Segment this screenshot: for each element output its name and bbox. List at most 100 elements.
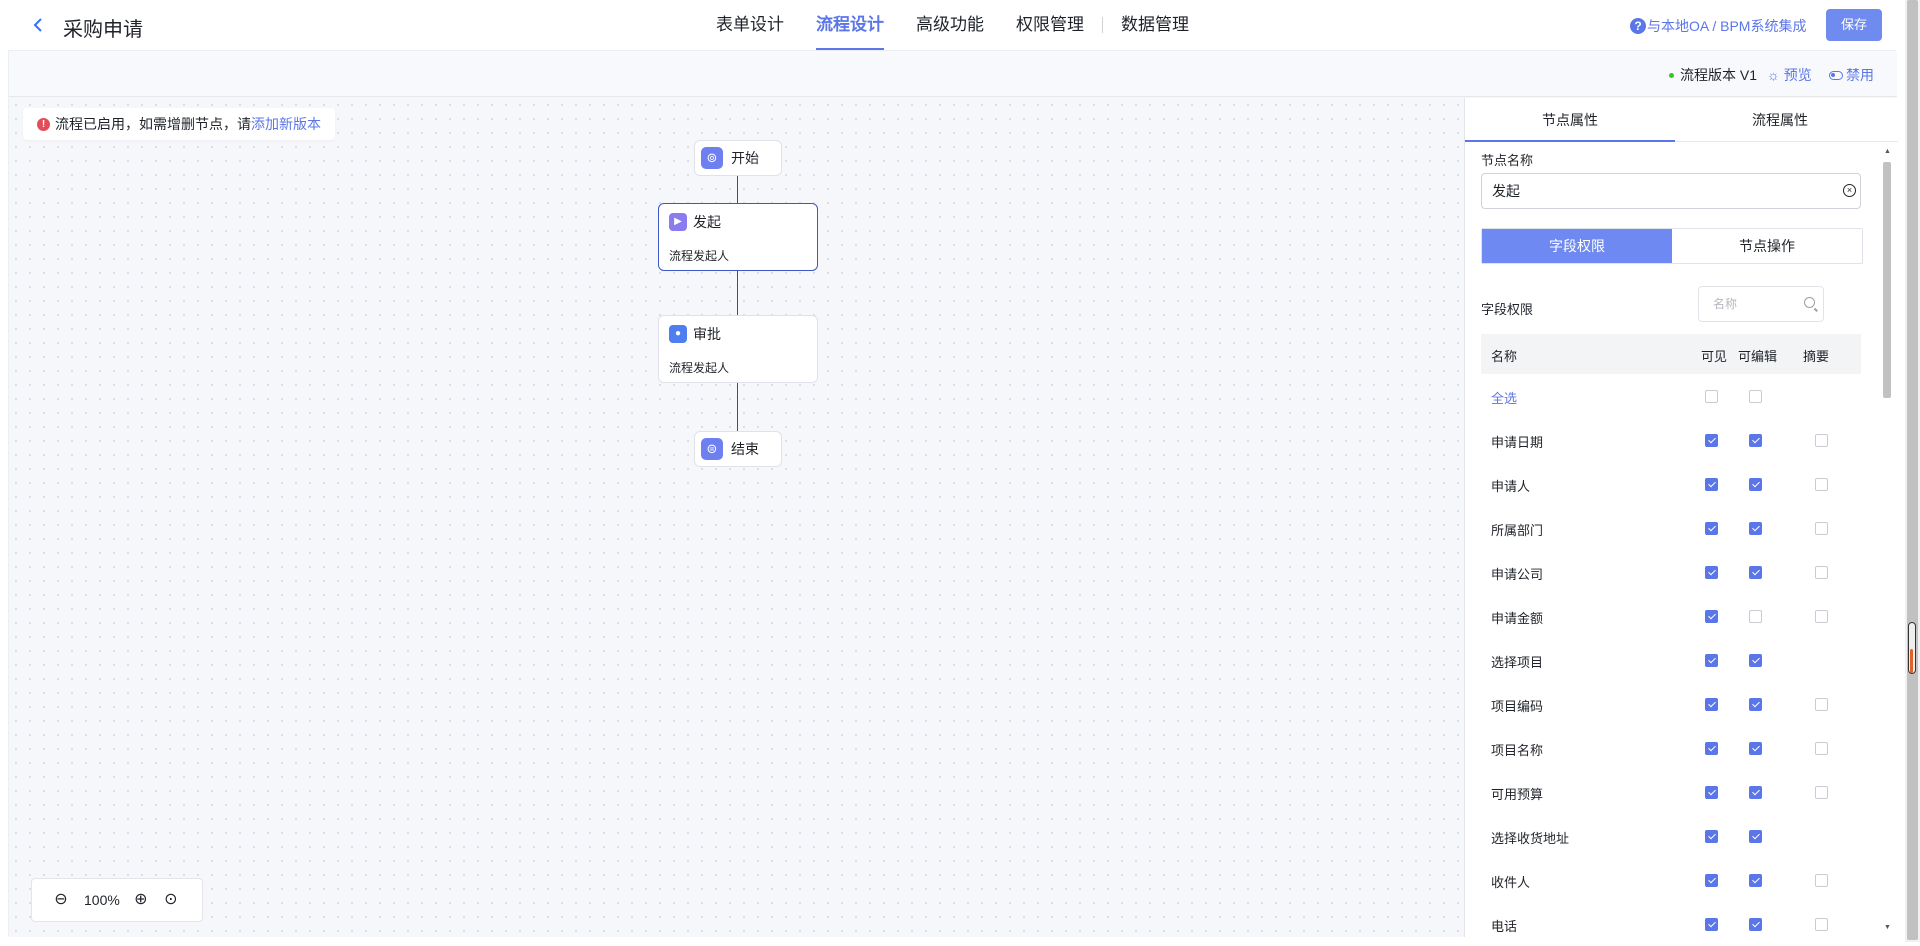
table-row: 申请日期 (1481, 418, 1861, 462)
segment-field-perm[interactable]: 字段权限 (1482, 229, 1672, 263)
visible-checkbox[interactable] (1705, 874, 1718, 887)
node-start-label: 开始 (731, 150, 759, 166)
page-scroll-thumb[interactable] (1907, 0, 1918, 940)
summary-checkbox[interactable] (1815, 786, 1828, 799)
table-row: 申请金额 (1481, 594, 1861, 638)
flow-canvas[interactable]: ! 流程已启用，如需增删节点，请 添加新版本 ⊚ 开始 ▶ 发起 流程发起人 ●… (9, 98, 1463, 937)
scroll-up-icon[interactable]: ▲ (1884, 148, 1891, 155)
node-approve-sub: 流程发起人 (669, 361, 730, 375)
perm-table-body: 全选 申请日期 申请人 所属部门 申请公司 申请金额 选择项目 项目编码 项目名称 可用预算 选择收… (1481, 374, 1861, 946)
tab-form-design[interactable]: 表单设计 (716, 0, 784, 50)
table-row: 选择收货地址 (1481, 814, 1861, 858)
visible-checkbox[interactable] (1705, 390, 1718, 403)
editable-checkbox[interactable] (1749, 786, 1762, 799)
editable-checkbox[interactable] (1749, 918, 1762, 931)
visible-checkbox[interactable] (1705, 434, 1718, 447)
save-button[interactable]: 保存 (1826, 9, 1882, 41)
visible-checkbox[interactable] (1705, 566, 1718, 579)
scroll-down-icon[interactable]: ▼ (1884, 924, 1891, 931)
summary-checkbox[interactable] (1815, 566, 1828, 579)
summary-checkbox[interactable] (1815, 522, 1828, 535)
warning-icon: ! (37, 117, 50, 131)
fit-view-icon[interactable]: ⊙ (162, 891, 180, 909)
node-name-value: 发起 (1492, 183, 1520, 199)
summary-checkbox[interactable] (1815, 610, 1828, 623)
disable-toggle[interactable]: 禁用 (1829, 65, 1874, 85)
version-indicator: 流程版本 V1 (1669, 65, 1757, 85)
node-initiate[interactable]: ▶ 发起 流程发起人 (658, 203, 818, 271)
tab-flow-properties[interactable]: 流程属性 (1675, 98, 1885, 141)
table-row: 申请人 (1481, 462, 1861, 506)
segment-node-ops[interactable]: 节点操作 (1672, 229, 1862, 263)
editable-checkbox[interactable] (1749, 654, 1762, 667)
table-row: 选择项目 (1481, 638, 1861, 682)
page-title: 采购申请 (63, 19, 143, 41)
version-bar: 流程版本 V1 ☼ 预览 禁用 (9, 51, 1897, 97)
tab-divider (1102, 17, 1103, 33)
tab-flow-design[interactable]: 流程设计 (816, 0, 884, 50)
summary-checkbox[interactable] (1815, 478, 1828, 491)
visible-checkbox[interactable] (1705, 522, 1718, 535)
search-placeholder: 名称 (1713, 297, 1738, 311)
node-end[interactable]: ⊜ 结束 (694, 431, 782, 467)
tab-advanced[interactable]: 高级功能 (916, 0, 984, 50)
editable-checkbox[interactable] (1749, 830, 1762, 843)
summary-checkbox[interactable] (1815, 874, 1828, 887)
editable-checkbox[interactable] (1749, 742, 1762, 755)
help-icon: ? (1630, 18, 1646, 34)
end-icon: ⊜ (701, 438, 723, 460)
visible-checkbox[interactable] (1705, 830, 1718, 843)
editable-checkbox[interactable] (1749, 610, 1762, 623)
summary-checkbox[interactable] (1815, 698, 1828, 711)
preview-button[interactable]: ☼ 预览 (1767, 65, 1812, 85)
visible-checkbox[interactable] (1705, 918, 1718, 931)
select-all-link[interactable]: 全选 (1491, 388, 1517, 407)
summary-checkbox[interactable] (1815, 918, 1828, 931)
tab-data-manage[interactable]: 数据管理 (1121, 0, 1189, 50)
editable-checkbox[interactable] (1749, 522, 1762, 535)
node-name-input[interactable]: 发起 × (1481, 173, 1861, 209)
field-perm-label: 字段权限 (1481, 302, 1534, 317)
zoom-level: 100% (84, 892, 120, 908)
field-name: 申请金额 (1491, 611, 1544, 626)
visible-checkbox[interactable] (1705, 742, 1718, 755)
field-search-input[interactable]: 名称 (1698, 286, 1824, 322)
visible-checkbox[interactable] (1705, 698, 1718, 711)
editable-checkbox[interactable] (1749, 874, 1762, 887)
version-label: 流程版本 V1 (1680, 67, 1758, 83)
editable-checkbox[interactable] (1749, 478, 1762, 491)
flow-connector (737, 271, 738, 315)
editable-checkbox[interactable] (1749, 698, 1762, 711)
integrate-link[interactable]: ? 与本地OA / BPM系统集成 (1630, 16, 1806, 36)
back-button[interactable] (28, 14, 50, 36)
node-initiate-label: 发起 (693, 214, 721, 230)
panel-scrollbar[interactable] (1883, 162, 1891, 398)
zoom-in-icon[interactable]: ⊕ (132, 891, 150, 909)
tab-node-properties[interactable]: 节点属性 (1465, 98, 1675, 142)
status-dot-icon (1669, 72, 1674, 78)
zoom-out-icon[interactable]: ⊖ (52, 891, 70, 909)
visible-checkbox[interactable] (1705, 654, 1718, 667)
editable-checkbox[interactable] (1749, 390, 1762, 403)
search-icon (1804, 297, 1815, 308)
editable-checkbox[interactable] (1749, 434, 1762, 447)
clear-icon[interactable]: × (1843, 184, 1856, 197)
content-area: 流程版本 V1 ☼ 预览 禁用 ! 流程已启用，如需增删节点，请 添加新版本 ⊚… (8, 50, 1898, 937)
visible-checkbox[interactable] (1705, 478, 1718, 491)
visible-checkbox[interactable] (1705, 610, 1718, 623)
main-tabs: 表单设计 流程设计 高级功能 权限管理 数据管理 (716, 0, 1221, 50)
node-start[interactable]: ⊚ 开始 (694, 140, 782, 176)
summary-checkbox[interactable] (1815, 434, 1828, 447)
summary-checkbox[interactable] (1815, 742, 1828, 755)
chevron-left-icon (33, 18, 42, 32)
editable-checkbox[interactable] (1749, 566, 1762, 579)
field-name: 选择收货地址 (1491, 831, 1570, 846)
node-approve[interactable]: ● 审批 流程发起人 (658, 315, 818, 383)
tab-permissions[interactable]: 权限管理 (1016, 0, 1084, 50)
add-version-link[interactable]: 添加新版本 (251, 108, 321, 140)
flow-notice: ! 流程已启用，如需增删节点，请 添加新版本 (23, 108, 335, 140)
visible-checkbox[interactable] (1705, 786, 1718, 799)
col-editable: 可编辑 (1738, 349, 1778, 364)
disable-label: 禁用 (1846, 67, 1874, 83)
side-widget-icon[interactable] (1908, 622, 1916, 674)
